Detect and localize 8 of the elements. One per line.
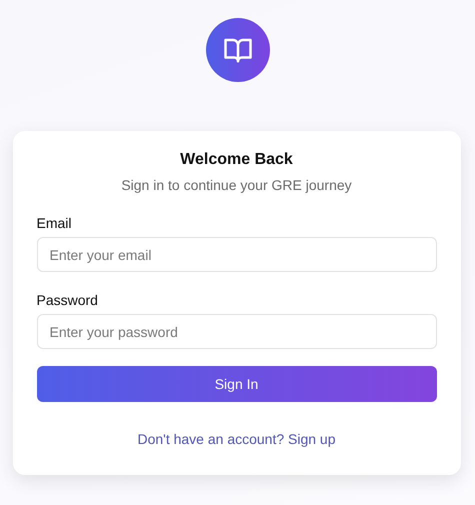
sign-in-button[interactable]: Sign In xyxy=(36,366,436,402)
field-label: Email xyxy=(36,215,73,231)
card-title: Welcome Back xyxy=(179,151,294,169)
sign-up-link[interactable]: Don't have an account? Sign up xyxy=(137,431,336,447)
field-label: Password xyxy=(36,292,99,308)
input-field[interactable]: Enter your email xyxy=(36,237,436,272)
input-field[interactable]: Enter your password xyxy=(36,314,436,349)
card-subtitle: Sign in to continue your GRE journey xyxy=(120,177,353,193)
